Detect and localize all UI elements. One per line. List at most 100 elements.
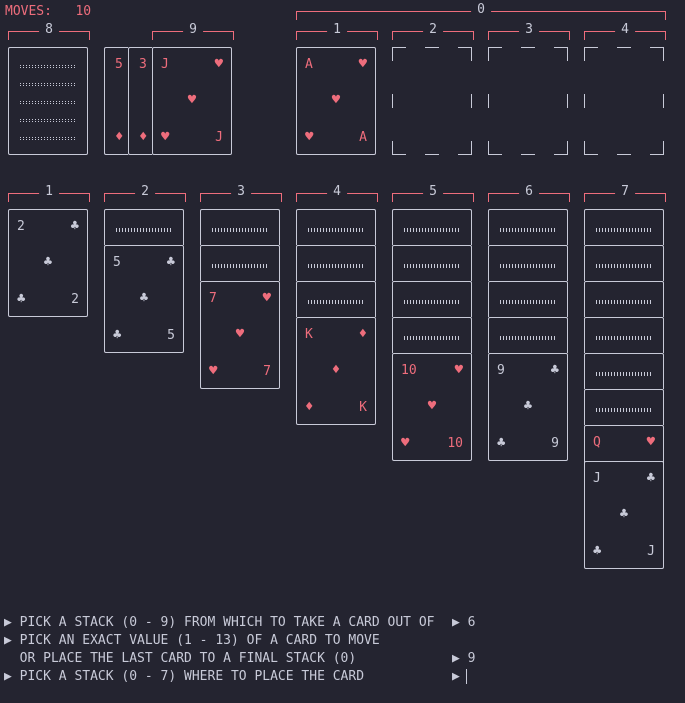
club-icon: ♣	[166, 254, 175, 270]
club-icon: ♣	[43, 254, 53, 270]
moves-label: MOVES:	[5, 4, 52, 19]
heart-icon: ♥	[401, 435, 410, 451]
tableau-1-header: 1	[8, 183, 90, 202]
heart-icon: ♥	[454, 362, 463, 378]
card-back-pattern	[20, 137, 76, 140]
moves-value: 10	[75, 4, 92, 19]
heart-icon: ♥	[209, 363, 218, 379]
foundation-label: 4	[615, 21, 635, 39]
tableau-card[interactable]: 7 ♥ ♥ ♥ 7	[200, 281, 280, 389]
tableau-4-header: 4	[296, 183, 378, 202]
card-value: 3	[139, 57, 147, 72]
heart-icon: ♥	[358, 56, 367, 72]
arrow-icon: ▶	[4, 669, 12, 684]
diamond-icon: ♦	[331, 362, 341, 378]
card-value: 5	[167, 328, 175, 343]
foundation-1-card[interactable]: A ♥ ♥ ♥ A	[296, 47, 376, 155]
foundation-2-empty-slot[interactable]	[392, 47, 472, 155]
face-down-card	[392, 209, 472, 245]
face-down-card	[488, 317, 568, 353]
heart-icon: ♥	[331, 92, 341, 108]
foundation-3-empty-slot[interactable]	[488, 47, 568, 155]
card-value: K	[305, 327, 313, 342]
card-back-pattern	[20, 65, 76, 68]
face-down-card	[392, 317, 472, 353]
club-icon: ♣	[619, 506, 629, 522]
text-cursor	[465, 669, 467, 684]
answer-value: 9	[467, 651, 476, 666]
tableau-card[interactable]: K ♦ ♦ ♦ K	[296, 317, 376, 425]
club-icon: ♣	[113, 327, 122, 343]
heart-icon: ♥	[161, 129, 170, 145]
arrow-icon: ▶	[452, 615, 460, 630]
tableau-label: 2	[135, 183, 155, 201]
card-value: J	[647, 544, 655, 559]
face-down-card	[488, 209, 568, 245]
heart-icon: ♥	[262, 290, 271, 306]
tableau-card[interactable]: 10 ♥ ♥ ♥ 10	[392, 353, 472, 461]
prompt-text: OR PLACE THE LAST CARD TO A FINAL STACK …	[19, 651, 357, 666]
face-down-card	[488, 281, 568, 317]
card-value: 2	[71, 292, 79, 307]
diamond-icon: ♦	[139, 129, 148, 145]
card-value: 7	[263, 364, 271, 379]
stock-label: 8	[39, 21, 59, 39]
prompt-text: PICK A STACK (0 - 7) WHERE TO PLACE THE …	[19, 669, 365, 684]
face-down-card	[488, 245, 568, 281]
tableau-label: 7	[615, 183, 635, 201]
tableau-label: 1	[39, 183, 59, 201]
club-icon: ♣	[646, 470, 655, 486]
foundation-label: 3	[519, 21, 539, 39]
prompt-answer-2: ▶ 9	[452, 651, 475, 666]
face-down-card	[584, 281, 664, 317]
tableau-card[interactable]: J ♣ ♣ ♣ J	[584, 461, 664, 569]
heart-icon: ♥	[235, 326, 245, 342]
heart-icon: ♥	[214, 56, 223, 72]
foundation-label: 2	[423, 21, 443, 39]
club-icon: ♣	[593, 543, 602, 559]
diamond-icon: ♦	[305, 399, 314, 415]
tableau-card[interactable]: 5 ♣ ♣ ♣ 5	[104, 245, 184, 353]
heart-icon: ♥	[187, 92, 197, 108]
answer-value: 6	[467, 615, 476, 630]
face-down-card	[104, 209, 184, 245]
card-back-pattern	[20, 83, 76, 86]
prompt-text: PICK A STACK (0 - 9) FROM WHICH TO TAKE …	[19, 615, 435, 630]
club-icon: ♣	[550, 362, 559, 378]
prompt-text: PICK AN EXACT VALUE (1 - 13) OF A CARD T…	[19, 633, 380, 648]
face-down-card	[200, 245, 280, 281]
face-down-card	[392, 245, 472, 281]
card-value: J	[161, 57, 169, 72]
tableau-label: 3	[231, 183, 251, 201]
arrow-icon: ▶	[4, 615, 12, 630]
arrow-icon: ▶	[452, 669, 460, 684]
tableau-6-header: 6	[488, 183, 570, 202]
card-back-pattern	[20, 119, 76, 122]
tableau-label: 4	[327, 183, 347, 201]
foundations-label: 0	[471, 1, 491, 19]
stock-pile[interactable]	[8, 47, 88, 155]
club-icon: ♣	[139, 290, 149, 306]
heart-icon: ♥	[305, 129, 314, 145]
prompt-answer-3[interactable]: ▶	[452, 669, 467, 684]
club-icon: ♣	[17, 291, 26, 307]
foundations-header: 0	[296, 1, 666, 20]
waste-top-card[interactable]: J ♥ ♥ ♥ J	[152, 47, 232, 155]
card-value: 5	[113, 255, 121, 270]
heart-icon: ♥	[427, 398, 437, 414]
card-value: 7	[209, 291, 217, 306]
foundation-label: 1	[327, 21, 347, 39]
tableau-card[interactable]: 9 ♣ ♣ ♣ 9	[488, 353, 568, 461]
prompt-answer-1: ▶ 6	[452, 615, 475, 630]
face-down-card	[296, 209, 376, 245]
card-value: K	[359, 400, 367, 415]
card-value: 2	[17, 219, 25, 234]
card-value: J	[215, 130, 223, 145]
diamond-icon: ♦	[358, 326, 367, 342]
prompt-line-3: OR PLACE THE LAST CARD TO A FINAL STACK …	[4, 651, 357, 666]
tableau-card[interactable]: 2 ♣ ♣ ♣ 2	[8, 209, 88, 317]
foundation-4-empty-slot[interactable]	[584, 47, 664, 155]
arrow-icon: ▶	[4, 633, 12, 648]
club-icon: ♣	[497, 435, 506, 451]
card-value: J	[593, 471, 601, 486]
